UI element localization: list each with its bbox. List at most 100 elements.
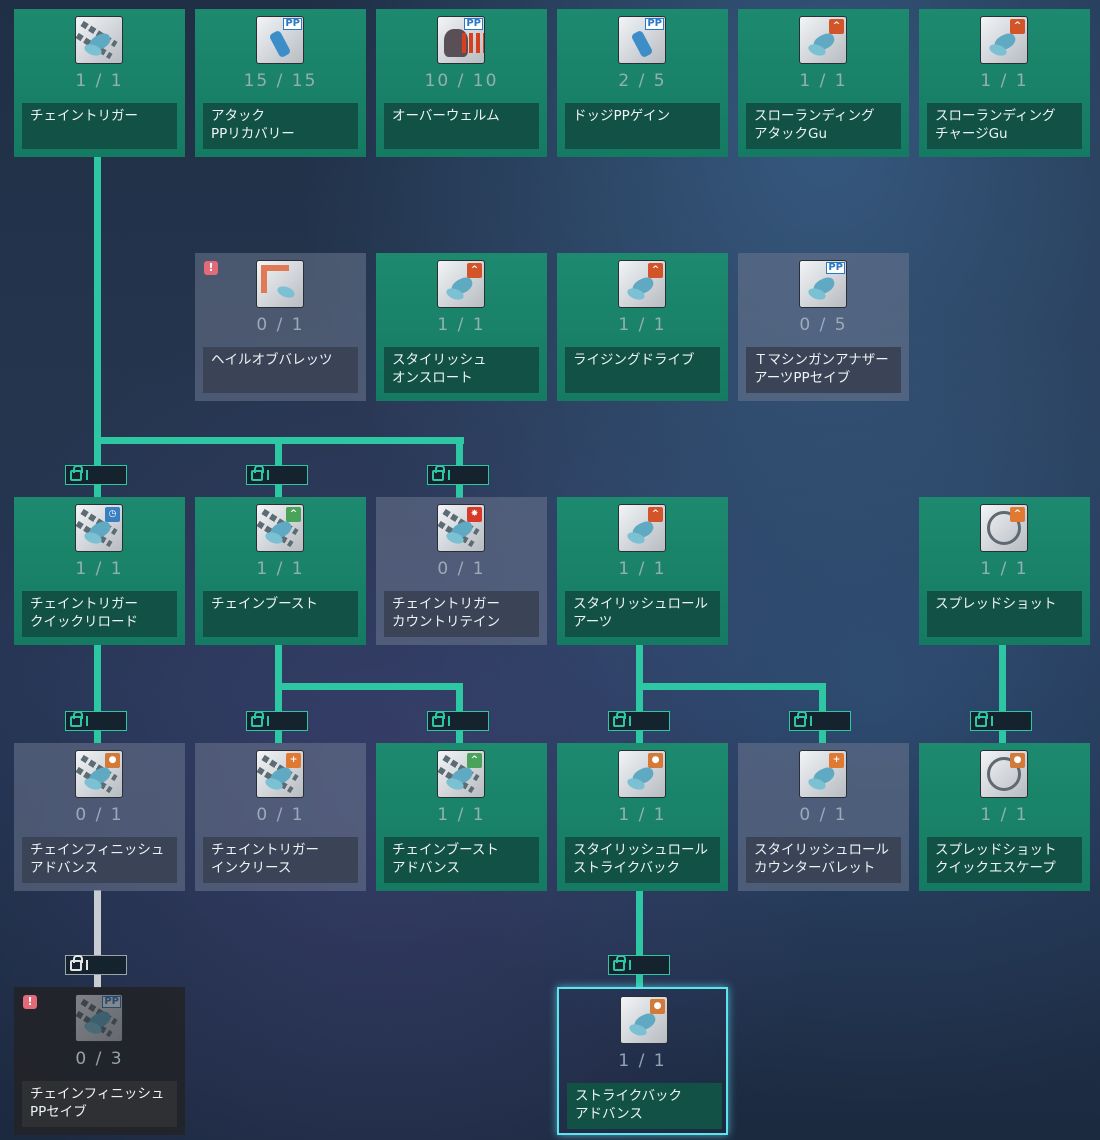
- overwhelm-pp-icon: PP: [437, 16, 485, 64]
- chain-boost-advance-icon: ^: [437, 750, 485, 798]
- icon-part: ^: [286, 507, 301, 522]
- icon-part: ●: [1010, 753, 1025, 768]
- unlock-icon: [251, 710, 264, 727]
- skill-name: スプレッドショット: [927, 591, 1082, 637]
- skill-node[interactable]: ^ 1 / 1 チェインブースト アドバンス: [376, 743, 547, 891]
- skill-name: アタック PPリカバリー: [203, 103, 358, 149]
- skill-name: ドッジPPゲイン: [565, 103, 720, 149]
- skill-node[interactable]: ^ 1 / 1 スプレッドショット: [919, 497, 1090, 645]
- skill-name: スタイリッシュロール カウンターバレット: [746, 837, 901, 883]
- unlock-badge: [608, 710, 670, 731]
- skill-node[interactable]: 1 / 1 チェイントリガー: [14, 9, 185, 157]
- warning-icon: !: [23, 995, 37, 1009]
- icon-part: ^: [829, 19, 844, 34]
- skill-level-count: 0 / 1: [256, 805, 305, 825]
- icon-part: PP: [464, 18, 483, 30]
- skill-node[interactable]: ^ 1 / 1 チェインブースト: [195, 497, 366, 645]
- level-bar: [810, 716, 812, 726]
- skill-node[interactable]: ● 0 / 1 チェインフィニッシュ アドバンス: [14, 743, 185, 891]
- unlock-icon: [794, 710, 807, 727]
- skill-name: チェインブースト アドバンス: [384, 837, 539, 883]
- icon-part: ✸: [467, 507, 482, 522]
- skill-level-count: 15 / 15: [243, 71, 318, 91]
- skill-name: スローランディング チャージGu: [927, 103, 1082, 149]
- skill-node[interactable]: PP 10 / 10 オーバーウェルム: [376, 9, 547, 157]
- skill-name: ストライクバック アドバンス: [567, 1083, 722, 1129]
- skill-level-count: 0 / 1: [256, 315, 305, 335]
- skill-name: Ｔマシンガンアナザー アーツPPセイブ: [746, 347, 901, 393]
- counter-bullet-icon: +: [799, 750, 847, 798]
- spread-shot-icon: ^: [980, 504, 1028, 552]
- unlock-icon: [613, 710, 626, 727]
- skill-level-count: 1 / 1: [799, 71, 848, 91]
- skill-level-count: 0 / 1: [437, 559, 486, 579]
- connector-line: [275, 683, 463, 690]
- skill-name: チェインフィニッシュ アドバンス: [22, 837, 177, 883]
- unlock-icon: [70, 464, 83, 481]
- icon-part: ^: [467, 753, 482, 768]
- level-bar: [86, 470, 88, 480]
- skill-node[interactable]: ● 1 / 1 ストライクバック アドバンス: [557, 987, 728, 1135]
- lock-icon: [70, 954, 83, 971]
- skill-node[interactable]: ✸ 0 / 1 チェイントリガー カウントリテイン: [376, 497, 547, 645]
- icon-part: PP: [645, 18, 664, 30]
- skill-node[interactable]: PP 2 / 5 ドッジPPゲイン: [557, 9, 728, 157]
- rising-drive-icon: ^: [618, 260, 666, 308]
- icon-part: PP: [826, 262, 845, 274]
- skill-name: ライジングドライブ: [565, 347, 720, 393]
- stylish-onslaught-icon: ^: [437, 260, 485, 308]
- level-bar: [629, 716, 631, 726]
- skill-level-count: 1 / 1: [437, 805, 486, 825]
- unlock-badge: [427, 710, 489, 731]
- chain-figure-icon: [75, 16, 123, 64]
- skill-name: チェイントリガー: [22, 103, 177, 149]
- skill-node[interactable]: ^ 1 / 1 スタイリッシュロール アーツ: [557, 497, 728, 645]
- skill-node[interactable]: ◷ 1 / 1 チェイントリガー クイックリロード: [14, 497, 185, 645]
- skill-node[interactable]: ^ 1 / 1 ライジングドライブ: [557, 253, 728, 401]
- skill-level-count: 0 / 3: [75, 1049, 124, 1069]
- chain-finish-advance-icon: ●: [75, 750, 123, 798]
- skill-name: チェイントリガー カウントリテイン: [384, 591, 539, 637]
- skill-level-count: 1 / 1: [980, 559, 1029, 579]
- icon-part: ●: [650, 999, 665, 1014]
- skill-node[interactable]: ^ 1 / 1 スローランディング アタックGu: [738, 9, 909, 157]
- icon-part: ^: [467, 263, 482, 278]
- chain-boost-icon: ^: [256, 504, 304, 552]
- skill-node[interactable]: 0 / 1 ヘイルオブバレッツ!: [195, 253, 366, 401]
- skill-node[interactable]: ^ 1 / 1 スローランディング チャージGu: [919, 9, 1090, 157]
- icon-part: PP: [283, 18, 302, 30]
- unlock-badge: [789, 710, 851, 731]
- unlock-badge: [608, 954, 670, 975]
- skill-node[interactable]: ● 1 / 1 スプレッドショット クイックエスケープ: [919, 743, 1090, 891]
- unlock-badge: [970, 710, 1032, 731]
- skill-name: スローランディング アタックGu: [746, 103, 901, 149]
- level-bar: [448, 716, 450, 726]
- skill-name: オーバーウェルム: [384, 103, 539, 149]
- slow-landing-attack-icon: ^: [799, 16, 847, 64]
- skill-node[interactable]: +0 / 1 チェイントリガー インクリース: [195, 743, 366, 891]
- connector-line: [94, 156, 101, 498]
- skill-node[interactable]: PP 0 / 3 チェインフィニッシュ PPセイブ!: [14, 987, 185, 1135]
- skill-name: スタイリッシュ オンスロート: [384, 347, 539, 393]
- unlock-icon: [432, 710, 445, 727]
- skill-level-count: 1 / 1: [75, 559, 124, 579]
- skill-node[interactable]: +0 / 1 スタイリッシュロール カウンターバレット: [738, 743, 909, 891]
- level-bar: [267, 716, 269, 726]
- skill-node[interactable]: ● 1 / 1 スタイリッシュロール ストライクバック: [557, 743, 728, 891]
- skill-name: チェイントリガー インクリース: [203, 837, 358, 883]
- skill-node[interactable]: ^ 1 / 1 スタイリッシュ オンスロート: [376, 253, 547, 401]
- unlock-icon: [251, 464, 264, 481]
- hail-of-bullets-icon: [256, 260, 304, 308]
- skill-level-count: 10 / 10: [424, 71, 499, 91]
- skill-level-count: 1 / 1: [618, 315, 667, 335]
- unlock-badge: [65, 710, 127, 731]
- skill-node[interactable]: PP 15 / 15 アタック PPリカバリー: [195, 9, 366, 157]
- level-bar: [86, 716, 88, 726]
- unlock-icon: [432, 464, 445, 481]
- skill-name: チェインブースト: [203, 591, 358, 637]
- skill-node[interactable]: PP 0 / 5 Ｔマシンガンアナザー アーツPPセイブ: [738, 253, 909, 401]
- skill-level-count: 0 / 5: [799, 315, 848, 335]
- icon-part: [462, 33, 484, 53]
- unlock-badge: [427, 464, 489, 485]
- icon-part: [275, 284, 297, 300]
